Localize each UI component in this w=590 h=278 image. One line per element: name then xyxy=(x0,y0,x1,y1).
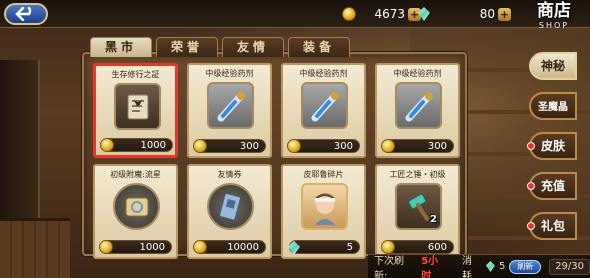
item-name: 皮耶鲁碎片 xyxy=(303,170,344,179)
item-name: 初级附魔:流星 xyxy=(110,170,161,179)
refresh-bar: 下次刷新: 5小时 消耗 5 刷新 29/30 xyxy=(368,254,590,278)
shop-item-card[interactable]: 工匠之锤・初级 2 600 xyxy=(375,164,460,259)
item-name: 工匠之锤・初级 xyxy=(389,170,446,179)
tab-friendship[interactable]: 友情 xyxy=(222,37,284,57)
gold-coin-icon xyxy=(287,139,301,153)
gold-coin-icon xyxy=(100,138,114,152)
notification-dot xyxy=(527,182,535,190)
side-tab-mystery[interactable]: 神秘 xyxy=(529,52,577,80)
item-price: 300 xyxy=(193,139,266,153)
side-tab-label: 神秘 xyxy=(540,59,565,73)
side-tab-label: 充值 xyxy=(540,179,565,193)
character-portrait-icon xyxy=(301,183,348,230)
gold-coin-icon xyxy=(342,7,356,21)
side-tab-label: 圣魔晶 xyxy=(538,102,568,113)
scroll-icon xyxy=(114,83,161,130)
price-value: 10000 xyxy=(227,241,259,253)
side-tab-recharge[interactable]: 充值 xyxy=(527,172,577,200)
ticket-icon xyxy=(207,183,254,230)
side-tab-label: 皮肤 xyxy=(540,139,565,153)
potion-icon xyxy=(395,82,442,129)
price-value: 300 xyxy=(333,140,353,152)
gold-coin-icon xyxy=(193,139,207,153)
scroll-map-icon xyxy=(113,183,160,230)
tab-honor[interactable]: 荣誉 xyxy=(156,37,218,57)
shop-item-card[interactable]: 皮耶鲁碎片 5 xyxy=(281,164,366,259)
shop-title-en: SHOP xyxy=(538,21,570,30)
notification-dot xyxy=(527,222,535,230)
item-name: 生存修行之証 xyxy=(111,70,160,79)
shop-item-card[interactable]: 初级附魔:流星 1000 xyxy=(93,164,178,259)
item-price: 300 xyxy=(287,139,360,153)
potion-icon xyxy=(301,82,348,129)
side-tab-holy-crystal[interactable]: 圣魔晶 xyxy=(529,92,577,120)
gold-amount: 4673 xyxy=(374,7,405,21)
item-price: 10000 xyxy=(193,240,266,254)
item-price: 300 xyxy=(381,139,454,153)
item-grid: 生存修行之証 1000 中级经验药剂 300 中级经验药剂 300 中级经验药剂 xyxy=(93,63,460,259)
side-tab-gift-pack[interactable]: 礼包 xyxy=(527,212,577,240)
refresh-count: 29/30 xyxy=(549,258,590,275)
cost-label: 消耗 xyxy=(462,255,473,278)
item-name: 友情券 xyxy=(217,170,242,179)
gem-icon xyxy=(485,261,495,272)
refresh-time: 5小时 xyxy=(421,255,439,278)
shop-item-card[interactable]: 中级经验药剂 300 xyxy=(281,63,366,158)
back-arrow-icon xyxy=(15,7,32,21)
item-name: 中级经验药剂 xyxy=(205,69,254,78)
side-tab-skin[interactable]: 皮肤 xyxy=(527,132,577,160)
gold-coin-icon xyxy=(99,240,113,254)
item-price: 1000 xyxy=(100,138,173,152)
price-value: 300 xyxy=(239,140,259,152)
shop-item-card[interactable]: 中级经验药剂 300 xyxy=(375,63,460,158)
item-price: 1000 xyxy=(99,240,172,254)
notification-dot xyxy=(527,142,535,150)
shop-item-card[interactable]: 生存修行之証 1000 xyxy=(93,63,178,158)
add-gem-plus-icon[interactable]: + xyxy=(498,7,511,21)
top-bar: 4673 + 80 + 商店 SHOP xyxy=(0,0,590,30)
side-tab-label: 礼包 xyxy=(540,219,565,233)
gold-coin-icon xyxy=(193,240,207,254)
shop-item-card[interactable]: 友情券 10000 xyxy=(187,164,272,259)
price-value: 1000 xyxy=(139,241,165,253)
side-tabs: 神秘 圣魔晶 皮肤 充值 礼包 xyxy=(523,52,578,252)
shop-tabs: 黑市 荣誉 友情 装备 xyxy=(90,37,350,57)
price-value: 300 xyxy=(427,140,447,152)
gold-coin-icon xyxy=(381,139,395,153)
item-price: 5 xyxy=(288,240,360,255)
refresh-label: 下次刷新: xyxy=(374,255,404,278)
gem-icon xyxy=(288,241,300,255)
cost-value: 5 xyxy=(498,261,506,272)
shop-title-text: 商店 xyxy=(537,1,571,21)
shop-title: 商店 SHOP xyxy=(524,0,584,38)
gold-counter: 4673 + xyxy=(342,5,421,23)
gem-amount: 80 xyxy=(479,7,495,21)
price-value: 5 xyxy=(346,241,353,253)
price-value: 1000 xyxy=(140,139,166,151)
item-name: 中级经验药剂 xyxy=(299,69,348,78)
tab-equipment[interactable]: 装备 xyxy=(288,37,350,57)
tab-black-market[interactable]: 黑市 xyxy=(90,37,152,57)
gem-icon xyxy=(418,7,430,21)
potion-icon xyxy=(207,82,254,129)
back-button[interactable] xyxy=(4,3,48,25)
background-barrel xyxy=(0,218,70,278)
shop-item-card[interactable]: 中级经验药剂 300 xyxy=(187,63,272,158)
item-name: 中级经验药剂 xyxy=(393,69,442,78)
gem-counter: 80 + xyxy=(418,5,511,23)
refresh-button[interactable]: 刷新 xyxy=(509,259,542,274)
item-quantity: 2 xyxy=(430,214,437,225)
